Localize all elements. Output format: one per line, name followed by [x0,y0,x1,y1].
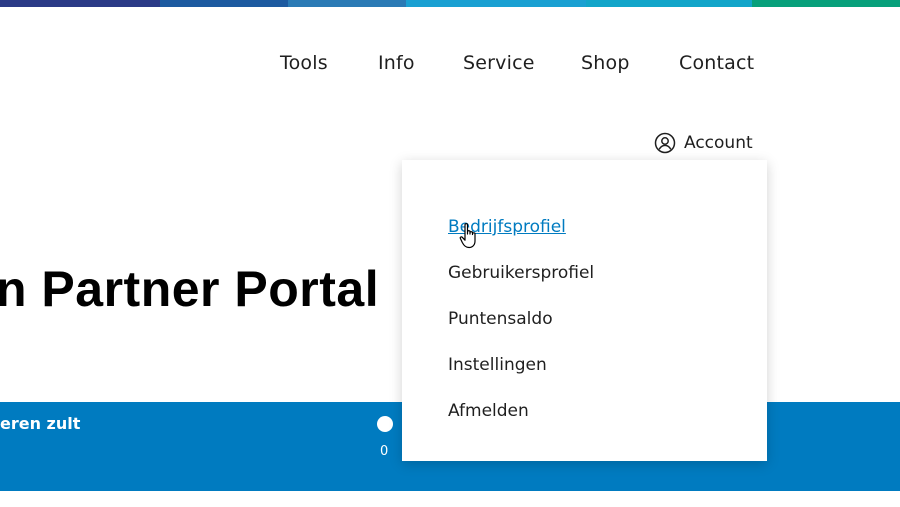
page-title: n Partner Portal [0,261,380,317]
nav-item-info[interactable]: Info [378,52,415,74]
hand-pointer-icon [459,222,483,250]
nav-item-service[interactable]: Service [463,52,535,74]
menu-item-puntensaldo[interactable]: Puntensaldo [448,306,594,352]
slider-handle[interactable] [377,416,393,432]
menu-item-gebruikersprofiel[interactable]: Gebruikersprofiel [448,260,594,306]
main-nav: Tools Info Service Shop Contact [0,52,900,82]
nav-item-contact[interactable]: Contact [679,52,754,74]
user-circle-icon [654,132,676,154]
account-dropdown-menu: Bedrijfsprofiel Gebruikersprofiel Punten… [402,160,767,461]
brand-color-bar [0,0,900,7]
nav-item-shop[interactable]: Shop [581,52,630,74]
menu-item-instellingen[interactable]: Instellingen [448,352,594,398]
menu-item-afmelden[interactable]: Afmelden [448,398,594,444]
banner-count: 0 [380,444,389,459]
nav-item-tools[interactable]: Tools [280,52,328,74]
account-label: Account [684,133,753,153]
account-button[interactable]: Account [654,132,753,154]
banner-text: eren zult [0,414,81,433]
